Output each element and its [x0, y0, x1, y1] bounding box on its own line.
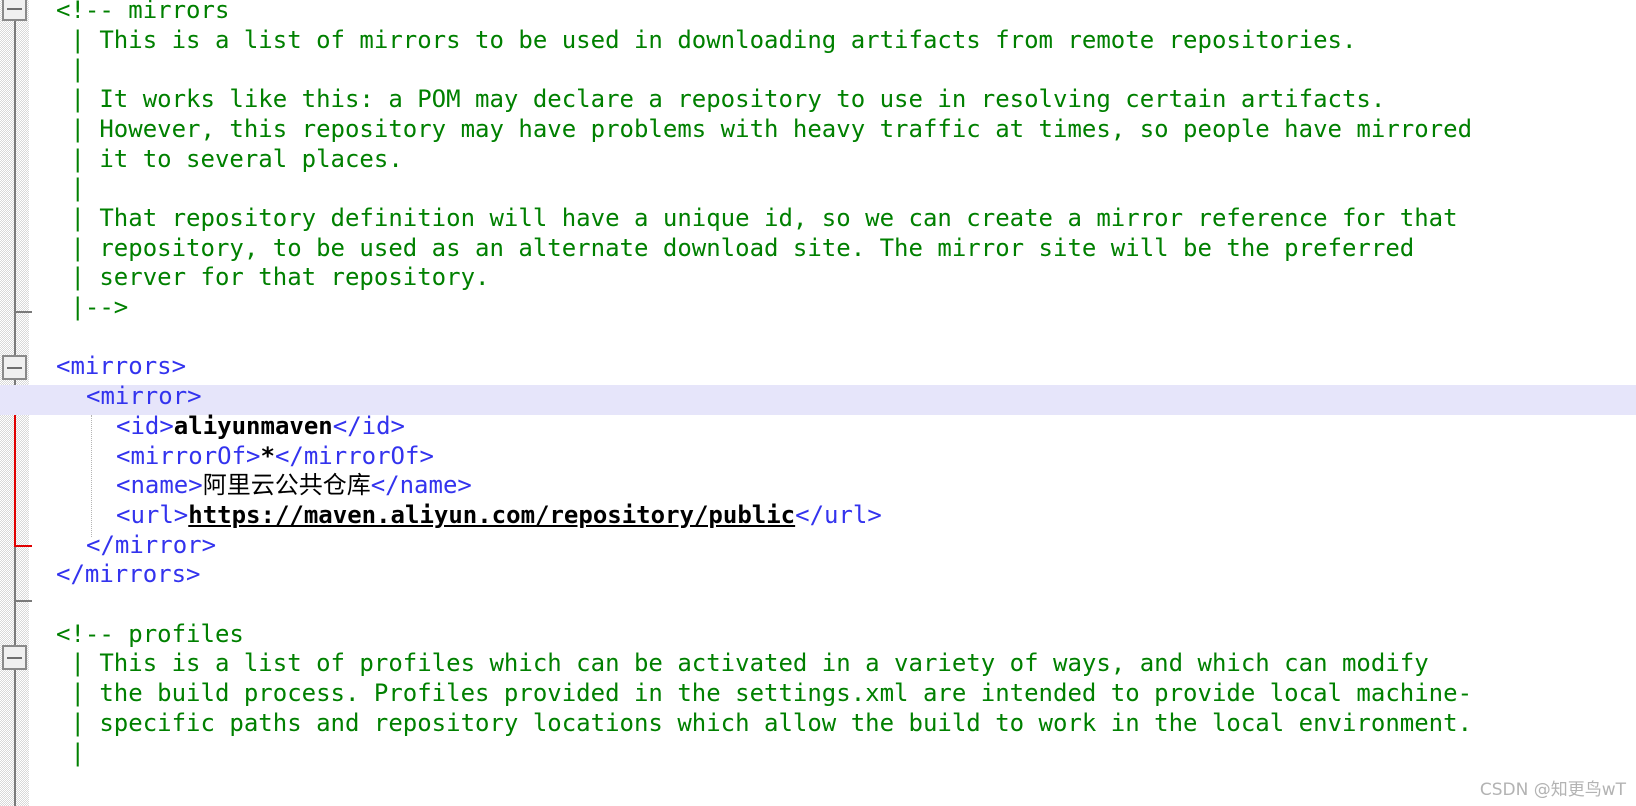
xml-close-tag: </id>: [332, 411, 405, 440]
code-line-text: |-->: [56, 293, 129, 321]
xml-open-tag: <id>: [116, 411, 174, 440]
code-line-text: </mirror>: [86, 530, 217, 559]
code-line[interactable]: <!-- profiles: [0, 620, 1636, 650]
code-line[interactable]: | repository, to be used as an alternate…: [0, 234, 1636, 264]
code-line-text: | specific paths and repository location…: [56, 708, 1473, 737]
code-line-text: | it to several places.: [56, 144, 403, 173]
code-line-text: | repository, to be used as an alternate…: [56, 233, 1415, 262]
code-line[interactable]: | it to several places.: [0, 145, 1636, 175]
xml-open-tag: <name>: [116, 471, 203, 500]
code-line-text: | That repository definition will have a…: [56, 203, 1458, 232]
code-line-text: |: [56, 174, 85, 203]
code-line-text: <mirrorOf>*</mirrorOf>: [116, 442, 434, 472]
code-line[interactable]: | server for that repository.: [0, 263, 1636, 293]
code-line-text: <!-- mirrors: [56, 0, 230, 24]
code-line[interactable]: |: [0, 174, 1636, 204]
code-line[interactable]: [0, 590, 1636, 620]
xml-close-tag: </url>: [795, 500, 882, 529]
code-line[interactable]: [0, 323, 1636, 353]
code-line-text: | This is a list of mirrors to be used i…: [56, 25, 1357, 54]
xml-value: aliyunmaven: [173, 411, 333, 440]
xml-close-tag: </mirrorOf>: [274, 441, 434, 470]
code-line[interactable]: | It works like this: a POM may declare …: [0, 85, 1636, 115]
code-line[interactable]: <id>aliyunmaven</id>: [0, 412, 1636, 442]
code-line[interactable]: |: [0, 55, 1636, 85]
code-line-text: | server for that repository.: [56, 263, 490, 292]
code-line[interactable]: </mirrors>: [0, 560, 1636, 590]
code-line-text: | It works like this: a POM may declare …: [56, 85, 1386, 114]
code-line[interactable]: <name>阿里云公共仓库</name>: [0, 471, 1636, 501]
code-line[interactable]: | However, this repository may have prob…: [0, 115, 1636, 145]
code-line[interactable]: | specific paths and repository location…: [0, 709, 1636, 739]
code-editor[interactable]: <!-- mirrors | This is a list of mirrors…: [0, 0, 1636, 806]
code-line-text: <id>aliyunmaven</id>: [116, 412, 405, 442]
xml-close-tag: </name>: [370, 471, 472, 500]
xml-open-tag: <url>: [116, 500, 189, 529]
code-line-text: | This is a list of profiles which can b…: [56, 649, 1429, 678]
code-line[interactable]: | This is a list of mirrors to be used i…: [0, 26, 1636, 56]
code-line-text: | the build process. Profiles provided i…: [56, 679, 1473, 708]
code-line-text: <url>https://maven.aliyun.com/repository…: [116, 501, 882, 531]
code-line-text: <!-- profiles: [56, 619, 244, 648]
code-line-text: |: [56, 55, 85, 84]
code-line-text: </mirrors>: [56, 560, 201, 589]
code-line[interactable]: <!-- mirrors: [0, 0, 1636, 26]
code-line[interactable]: |-->: [0, 293, 1636, 323]
code-line[interactable]: <mirrorOf>*</mirrorOf>: [0, 442, 1636, 472]
code-line-text: <mirror>: [86, 382, 202, 411]
code-line[interactable]: |: [0, 739, 1636, 769]
code-line-text: <name>阿里云公共仓库</name>: [116, 471, 472, 501]
xml-value: *: [260, 441, 275, 470]
code-line[interactable]: | the build process. Profiles provided i…: [0, 679, 1636, 709]
xml-value: 阿里云公共仓库: [202, 471, 371, 500]
code-text-layer: <!-- mirrors | This is a list of mirrors…: [0, 0, 1636, 806]
code-line-text: <mirrors>: [56, 352, 187, 381]
code-line[interactable]: | That repository definition will have a…: [0, 204, 1636, 234]
code-line-current[interactable]: <mirror>: [0, 382, 1636, 412]
watermark: CSDN @知更鸟wT: [1479, 780, 1626, 800]
code-line[interactable]: </mirror>: [0, 531, 1636, 561]
code-line-text: | However, this repository may have prob…: [56, 114, 1473, 143]
code-line-text: |: [56, 738, 85, 767]
code-line[interactable]: <mirrors>: [0, 352, 1636, 382]
code-line[interactable]: <url>https://maven.aliyun.com/repository…: [0, 501, 1636, 531]
code-line[interactable]: | This is a list of profiles which can b…: [0, 649, 1636, 679]
xml-open-tag: <mirrorOf>: [116, 441, 261, 470]
xml-value-link[interactable]: https://maven.aliyun.com/repository/publ…: [188, 501, 795, 529]
